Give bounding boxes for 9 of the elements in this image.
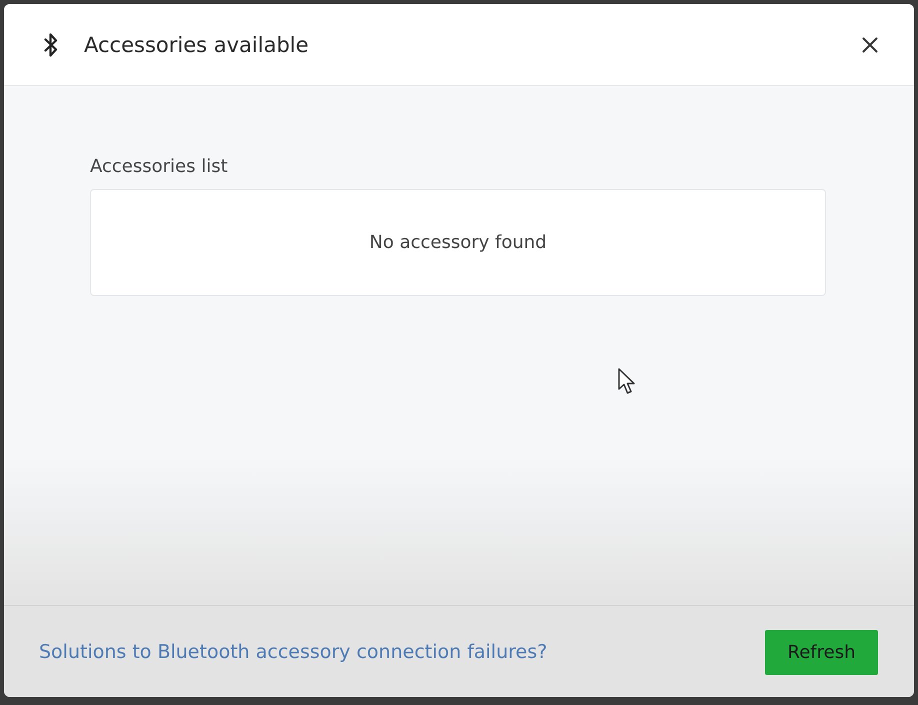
close-button[interactable]: [862, 36, 878, 52]
help-link[interactable]: Solutions to Bluetooth accessory connection failures?: [39, 640, 548, 662]
empty-message: No accessory found: [369, 232, 547, 253]
refresh-button[interactable]: Refresh: [765, 630, 878, 674]
list-label: Accessories list: [90, 156, 229, 177]
close-icon: [862, 36, 878, 52]
bluetooth-icon: [44, 32, 58, 58]
mouse-pointer-icon: [618, 368, 636, 396]
window-title: Accessories available: [84, 32, 310, 56]
